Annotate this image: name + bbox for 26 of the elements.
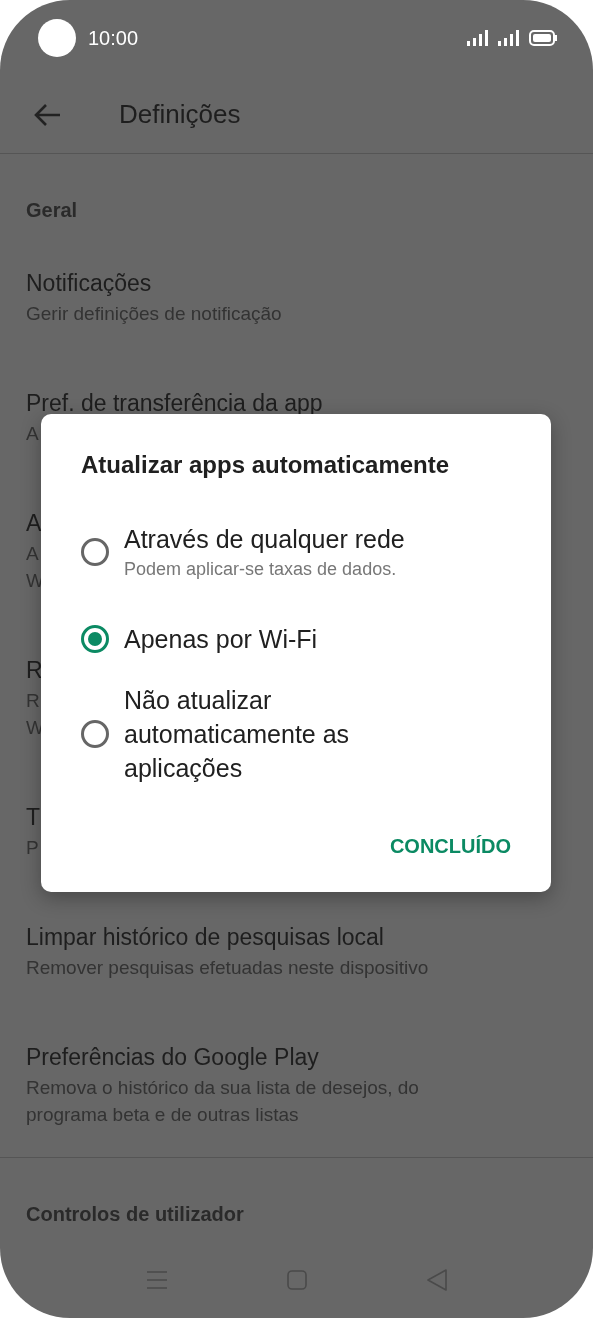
dialog-title: Atualizar apps automaticamente	[81, 450, 451, 480]
option-label[interactable]: Através de qualquer rede	[124, 522, 405, 556]
setting-title[interactable]: T	[26, 800, 41, 834]
status-time: 10:00	[88, 26, 139, 50]
square-icon[interactable]	[285, 1269, 308, 1291]
setting-title[interactable]: Preferências do Google Play	[26, 1040, 319, 1074]
radio-button[interactable]	[81, 538, 109, 566]
setting-title[interactable]: A	[26, 506, 42, 540]
signal-icon	[498, 30, 520, 46]
setting-title[interactable]: R	[26, 653, 43, 687]
setting-title[interactable]: Limpar histórico de pesquisas local	[26, 920, 384, 954]
option-label[interactable]: Apenas por Wi-Fi	[124, 622, 318, 656]
section-header: Geral	[26, 198, 79, 223]
battery-icon	[529, 30, 557, 46]
radio-button[interactable]	[81, 720, 109, 748]
option-hint: Podem aplicar-se taxas de dados.	[124, 558, 398, 581]
camera-hole	[38, 19, 76, 57]
setting-title[interactable]: Notificações	[26, 266, 152, 300]
page-title: Definições	[119, 99, 241, 130]
section-header: Controlos de utilizador	[26, 1202, 245, 1227]
radio-button[interactable]	[81, 625, 109, 653]
back-triangle-icon[interactable]	[425, 1268, 448, 1292]
option-label[interactable]: Não atualizar automaticamente as aplicações	[124, 683, 424, 785]
back-arrow-icon[interactable]	[33, 102, 61, 127]
done-button[interactable]: CONCLUÍDO	[389, 829, 511, 864]
signal-icon	[467, 30, 489, 46]
